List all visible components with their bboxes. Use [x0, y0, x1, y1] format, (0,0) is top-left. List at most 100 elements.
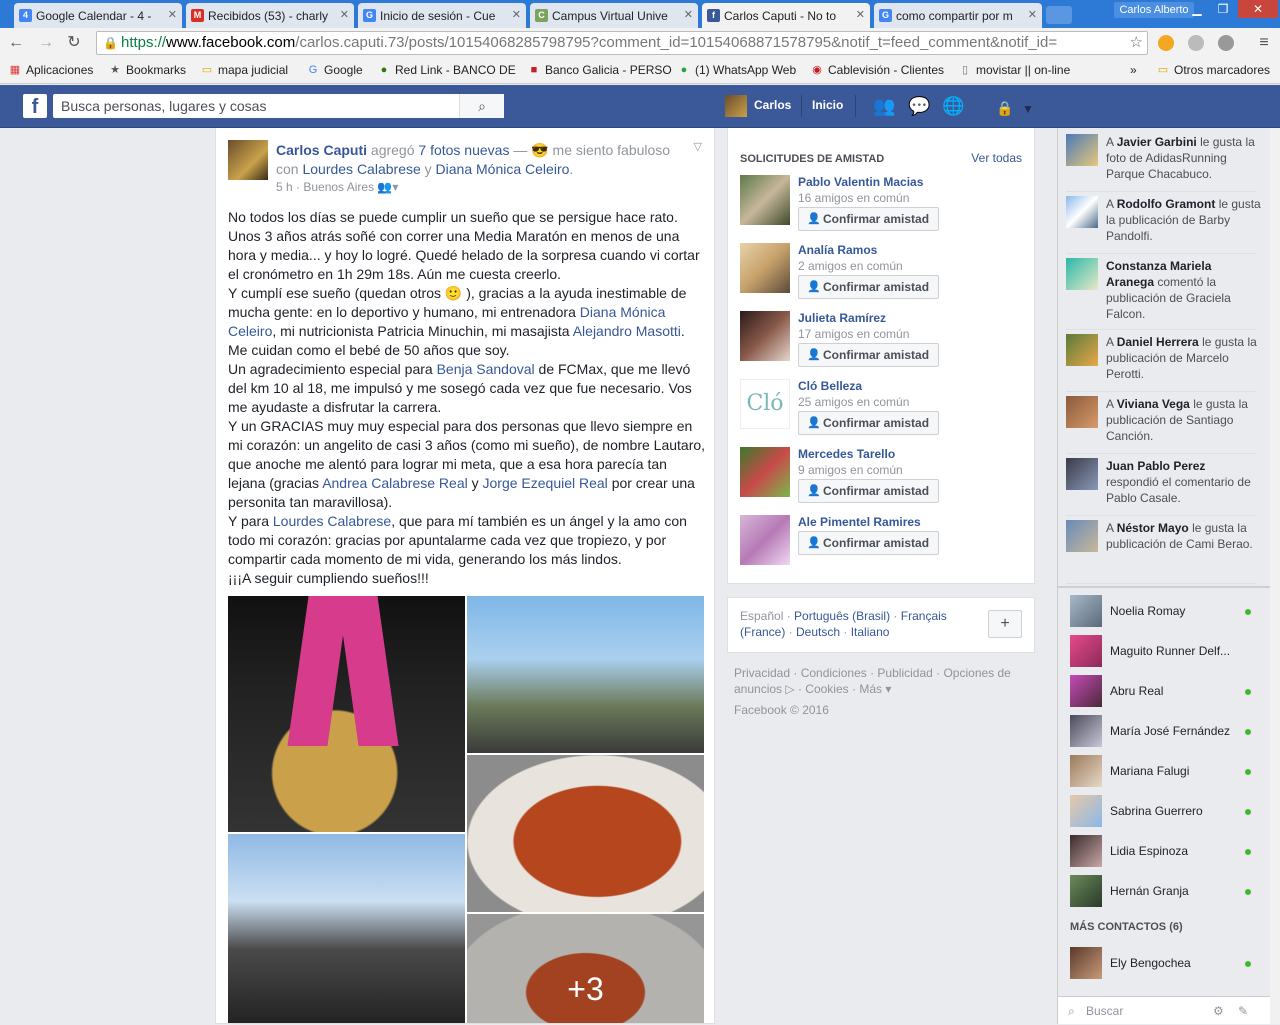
- search-icon[interactable]: ⌕: [459, 94, 504, 118]
- mention-link[interactable]: Lourdes Calabrese: [273, 513, 391, 529]
- close-icon[interactable]: ✕: [168, 8, 177, 21]
- avatar[interactable]: [740, 311, 790, 361]
- reload-icon[interactable]: ↻: [64, 33, 84, 53]
- confirm-friend-button[interactable]: 👤 Confirmar amistad: [798, 343, 939, 367]
- close-icon[interactable]: ✕: [856, 8, 865, 21]
- friend-name-link[interactable]: Analía Ramos: [798, 243, 877, 257]
- menu-icon[interactable]: ≡: [1254, 33, 1274, 53]
- nav-profile-link[interactable]: Carlos: [754, 98, 791, 112]
- chat-search-input[interactable]: ⌕ Buscar ⚙ ✎: [1058, 996, 1280, 1024]
- back-icon[interactable]: ←: [6, 33, 26, 53]
- contact-item[interactable]: Noelia Romay: [1070, 595, 1260, 635]
- notifications-globe-icon[interactable]: 🌐: [942, 96, 964, 116]
- avatar[interactable]: [725, 95, 747, 117]
- gear-icon[interactable]: ⚙: [1213, 997, 1224, 1025]
- contact-item[interactable]: Hernán Granja: [1070, 875, 1260, 915]
- bookmark-item[interactable]: ● Red Link - BANCO DE: [377, 63, 516, 77]
- audience-friends-icon[interactable]: 👥▾: [377, 180, 398, 194]
- ticker-item[interactable]: A Javier Garbini le gusta la foto de Adi…: [1066, 134, 1256, 192]
- address-bar[interactable]: 🔒 https://www.facebook.com/carlos.caputi…: [96, 31, 1148, 55]
- ticker-item[interactable]: A Viviana Vega le gusta la publicación d…: [1066, 396, 1256, 454]
- mention-link[interactable]: Alejandro Masotti: [573, 323, 681, 339]
- ticker-item[interactable]: A Daniel Herrera le gusta la publicación…: [1066, 334, 1257, 392]
- extension-icon[interactable]: [1188, 35, 1204, 51]
- photo-food-plate[interactable]: +3: [467, 914, 704, 1023]
- bookmark-item[interactable]: ★ Bookmarks: [108, 63, 186, 77]
- language-link[interactable]: Português (Brasil): [794, 609, 890, 623]
- bookmark-item[interactable]: ■ Banco Galicia - PERSO: [527, 63, 672, 77]
- post-timestamp[interactable]: 5 h: [276, 180, 293, 194]
- other-bookmarks[interactable]: ▭ Otros marcadores: [1156, 63, 1270, 77]
- close-icon[interactable]: ✕: [1028, 8, 1037, 21]
- mention-link[interactable]: Benja Sandoval: [437, 361, 535, 377]
- minimize-icon[interactable]: ▁: [1184, 0, 1210, 18]
- close-icon[interactable]: ✕: [340, 8, 349, 21]
- account-menu-icon[interactable]: ▼: [1022, 99, 1034, 119]
- contact-item[interactable]: Ely Bengochea: [1070, 947, 1260, 987]
- tab-facebook[interactable]: f Carlos Caputi - No to ✕: [702, 3, 870, 28]
- close-icon[interactable]: ✕: [684, 8, 693, 21]
- contact-item[interactable]: María José Fernández: [1070, 715, 1260, 755]
- extension-icon[interactable]: [1158, 35, 1174, 51]
- tab-google-search[interactable]: G como compartir por m ✕: [874, 3, 1042, 28]
- friend-name-link[interactable]: Julieta Ramírez: [798, 311, 886, 325]
- bookmark-item[interactable]: ◉ Cablevisión - Clientes: [810, 63, 944, 77]
- restore-icon[interactable]: ❐: [1210, 0, 1236, 18]
- footer-link[interactable]: Privacidad: [734, 666, 790, 680]
- language-link[interactable]: Deutsch: [796, 625, 840, 639]
- ticker-item[interactable]: Constanza Mariela Aranega comentó la pub…: [1066, 258, 1256, 330]
- forward-icon[interactable]: →: [36, 33, 56, 53]
- contact-item[interactable]: Maguito Runner Delf...: [1070, 635, 1260, 675]
- close-icon[interactable]: ✕: [512, 8, 521, 21]
- confirm-friend-button[interactable]: 👤 Confirmar amistad: [798, 479, 939, 503]
- more-photos-count[interactable]: +3: [467, 914, 704, 1023]
- confirm-friend-button[interactable]: 👤 Confirmar amistad: [798, 531, 939, 555]
- extension-icon[interactable]: [1218, 35, 1234, 51]
- photo-medal[interactable]: [228, 596, 465, 832]
- search-input[interactable]: Busca personas, lugares y cosas ⌕: [53, 94, 504, 118]
- beauty-logo-icon[interactable]: Cló: [740, 379, 790, 429]
- language-link[interactable]: Italiano: [851, 625, 890, 639]
- photos-link[interactable]: 7 fotos nuevas: [418, 142, 509, 158]
- close-window-icon[interactable]: ✕: [1238, 0, 1278, 18]
- mention-link[interactable]: Jorge Ezequiel Real: [483, 475, 608, 491]
- friend-name-link[interactable]: Cló Belleza: [798, 379, 862, 393]
- compose-icon[interactable]: ✎: [1238, 997, 1248, 1025]
- post-author-link[interactable]: Carlos Caputi: [276, 142, 367, 158]
- bookmark-star-icon[interactable]: ☆: [1130, 32, 1143, 54]
- post-options-chevron-icon[interactable]: ▽: [694, 140, 702, 153]
- post-location[interactable]: Buenos Aires: [303, 180, 374, 194]
- contact-item[interactable]: Sabrina Guerrero: [1070, 795, 1260, 835]
- tagged-user-link[interactable]: Lourdes Calabrese: [302, 161, 420, 177]
- nav-home-link[interactable]: Inicio: [812, 98, 843, 112]
- mention-link[interactable]: Andrea Calabrese Real: [322, 475, 468, 491]
- tagged-user-link[interactable]: Diana Mónica Celeiro: [436, 161, 570, 177]
- page-scrollbar[interactable]: [1270, 128, 1280, 1024]
- bookmarks-overflow-button[interactable]: »: [1116, 63, 1137, 77]
- footer-link[interactable]: Cookies: [805, 682, 848, 696]
- confirm-friend-button[interactable]: 👤 Confirmar amistad: [798, 275, 939, 299]
- facebook-logo-icon[interactable]: f: [23, 94, 47, 118]
- avatar[interactable]: [740, 175, 790, 225]
- friend-name-link[interactable]: Ale Pimentel Ramires: [798, 515, 921, 529]
- bookmark-item[interactable]: ▦ Aplicaciones: [8, 63, 94, 77]
- photo-runners-group[interactable]: [467, 596, 704, 753]
- footer-link[interactable]: Publicidad: [877, 666, 932, 680]
- profile-name[interactable]: Carlos Alberto: [1114, 2, 1194, 18]
- ticker-item[interactable]: A Néstor Mayo le gusta la publicación de…: [1066, 520, 1256, 584]
- avatar[interactable]: [740, 515, 790, 565]
- friend-name-link[interactable]: Mercedes Tarello: [798, 447, 895, 461]
- ticker-item[interactable]: A Rodolfo Gramont le gusta la publicació…: [1066, 196, 1261, 254]
- contact-item[interactable]: Abru Real: [1070, 675, 1260, 715]
- confirm-friend-button[interactable]: 👤 Confirmar amistad: [798, 411, 939, 435]
- photo-runner-finish[interactable]: [228, 834, 465, 1023]
- tab-login[interactable]: G Inicio de sesión - Cue ✕: [358, 3, 526, 28]
- bookmark-item[interactable]: ● (1) WhatsApp Web: [677, 63, 796, 77]
- tab-campus[interactable]: C Campus Virtual Unive ✕: [530, 3, 698, 28]
- contact-item[interactable]: Lidia Espinoza: [1070, 835, 1260, 875]
- ticker-item[interactable]: Juan Pablo Perez respondió el comentario…: [1066, 458, 1256, 516]
- bookmark-item[interactable]: G Google: [306, 63, 363, 77]
- contact-item[interactable]: Mariana Falugi: [1070, 755, 1260, 795]
- more-languages-button[interactable]: +: [988, 610, 1022, 638]
- avatar[interactable]: [228, 140, 268, 180]
